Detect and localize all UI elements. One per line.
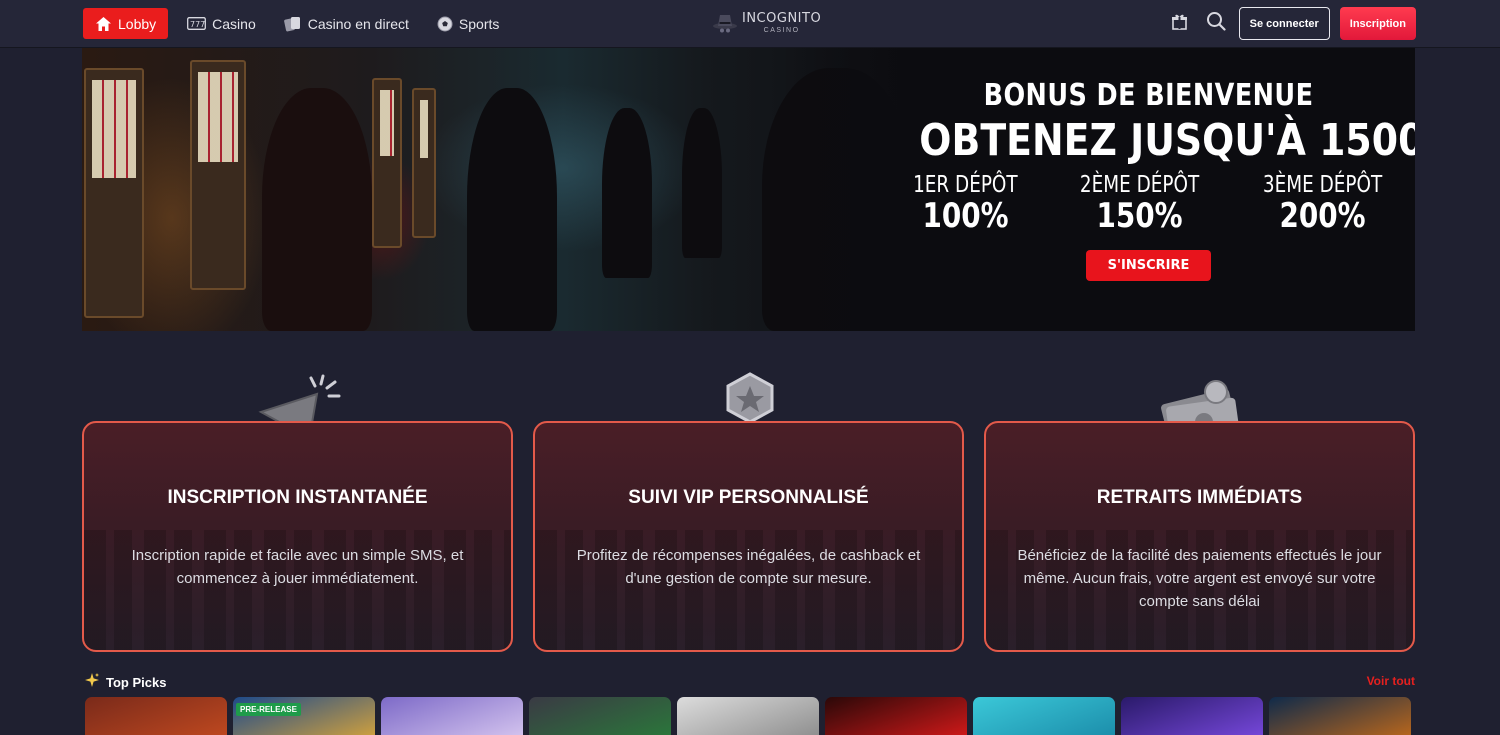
cards-icon [283,16,302,32]
header-actions: Se connecter Inscription [1167,7,1416,40]
logo-sub: CASINO [763,27,800,34]
nav-lobby[interactable]: Lobby [83,8,169,39]
nav-sports-label: Sports [458,15,500,32]
nav-sports[interactable]: Sports [428,8,508,39]
feature-card-instant-signup: INSCRIPTION INSTANTANÉE Inscription rapi… [82,421,513,652]
deposit-item: 2ÈME DÉPÔT 150% [1065,172,1214,236]
deposit-item: 1ER DÉPÔT 100% [900,172,1031,236]
nav-live-casino-label: Casino en direct [307,15,409,32]
game-card[interactable] [677,697,819,735]
login-button[interactable]: Se connecter [1238,7,1330,40]
feature-title: INSCRIPTION INSTANTANÉE [167,487,428,508]
feature-description: Bénéficiez de la facilité des paiements … [1017,547,1382,610]
deposit-value: 200% [1279,196,1366,236]
top-picks-carousel: PRE-RELEASE [85,697,1411,735]
home-icon [95,16,112,32]
deposit-value: 150% [1096,196,1183,236]
search-icon [1206,11,1226,36]
logo-main: INCOGNITO [742,11,822,26]
logo-text: INCOGNITO CASINO [742,12,821,34]
top-picks-header: Top Picks [84,672,166,693]
nav-casino[interactable]: 777 Casino [178,8,265,39]
game-card-badge: PRE-RELEASE [236,703,301,716]
game-card[interactable] [1121,697,1263,735]
deposit-label: 1ER DÉPÔT [913,172,1018,198]
banner-headline: OBTENEZ JUSQU'À 1500€ [919,115,1415,166]
feature-description: Inscription rapide et facile avec un sim… [131,547,464,587]
feature-title: SUIVI VIP PERSONNALISÉ [628,487,869,508]
nav-casino-label: Casino [212,15,256,32]
site-logo[interactable]: INCOGNITO CASINO [712,10,821,36]
search-button[interactable] [1203,8,1229,40]
deposit-value: 100% [922,196,1009,236]
slot-machine-icon: 777 [187,17,207,30]
game-card[interactable] [825,697,967,735]
incognito-hat-icon [712,10,738,36]
sparkle-icon [84,672,100,693]
gift-button[interactable] [1167,8,1193,40]
deposit-label: 3ÈME DÉPÔT [1262,172,1383,198]
banner-title: BONUS DE BIENVENUE [983,78,1314,113]
nav-lobby-label: Lobby [118,15,157,32]
banner-signup-button[interactable]: S'INSCRIRE [1085,250,1212,281]
top-navigation-bar: Lobby 777 Casino Casino en direct Sports… [0,0,1500,48]
game-card[interactable]: PRE-RELEASE [233,697,375,735]
game-card[interactable] [529,697,671,735]
welcome-bonus-banner[interactable]: BONUS DE BIENVENUE OBTENEZ JUSQU'À 1500€… [82,48,1415,331]
banner-text: BONUS DE BIENVENUE OBTENEZ JUSQU'À 1500€… [882,78,1415,281]
game-card[interactable] [85,697,227,735]
top-picks-title: Top Picks [106,675,167,690]
svg-text:777: 777 [190,20,205,29]
feature-card-vip: SUIVI VIP PERSONNALISÉ Profitez de récom… [533,421,964,652]
deposit-label: 2ÈME DÉPÔT [1079,172,1199,198]
register-button[interactable]: Inscription [1339,7,1416,40]
game-card[interactable] [1269,697,1411,735]
deposit-list: 1ER DÉPÔT 100% 2ÈME DÉPÔT 150% 3ÈME DÉPÔ… [882,172,1415,236]
see-all-link[interactable]: Voir tout [1367,674,1415,688]
feature-title: RETRAITS IMMÉDIATS [1096,487,1303,508]
gift-icon [1171,13,1188,35]
feature-description: Profitez de récompenses inégalées, de ca… [576,547,921,587]
main-nav: Lobby 777 Casino Casino en direct Sports [83,8,508,39]
soccer-ball-icon [437,16,453,32]
game-card[interactable] [381,697,523,735]
feature-card-withdrawals: RETRAITS IMMÉDIATS Bénéficiez de la faci… [984,421,1415,652]
nav-live-casino[interactable]: Casino en direct [275,8,418,39]
game-card[interactable] [973,697,1115,735]
deposit-item: 3ÈME DÉPÔT 200% [1248,172,1397,236]
